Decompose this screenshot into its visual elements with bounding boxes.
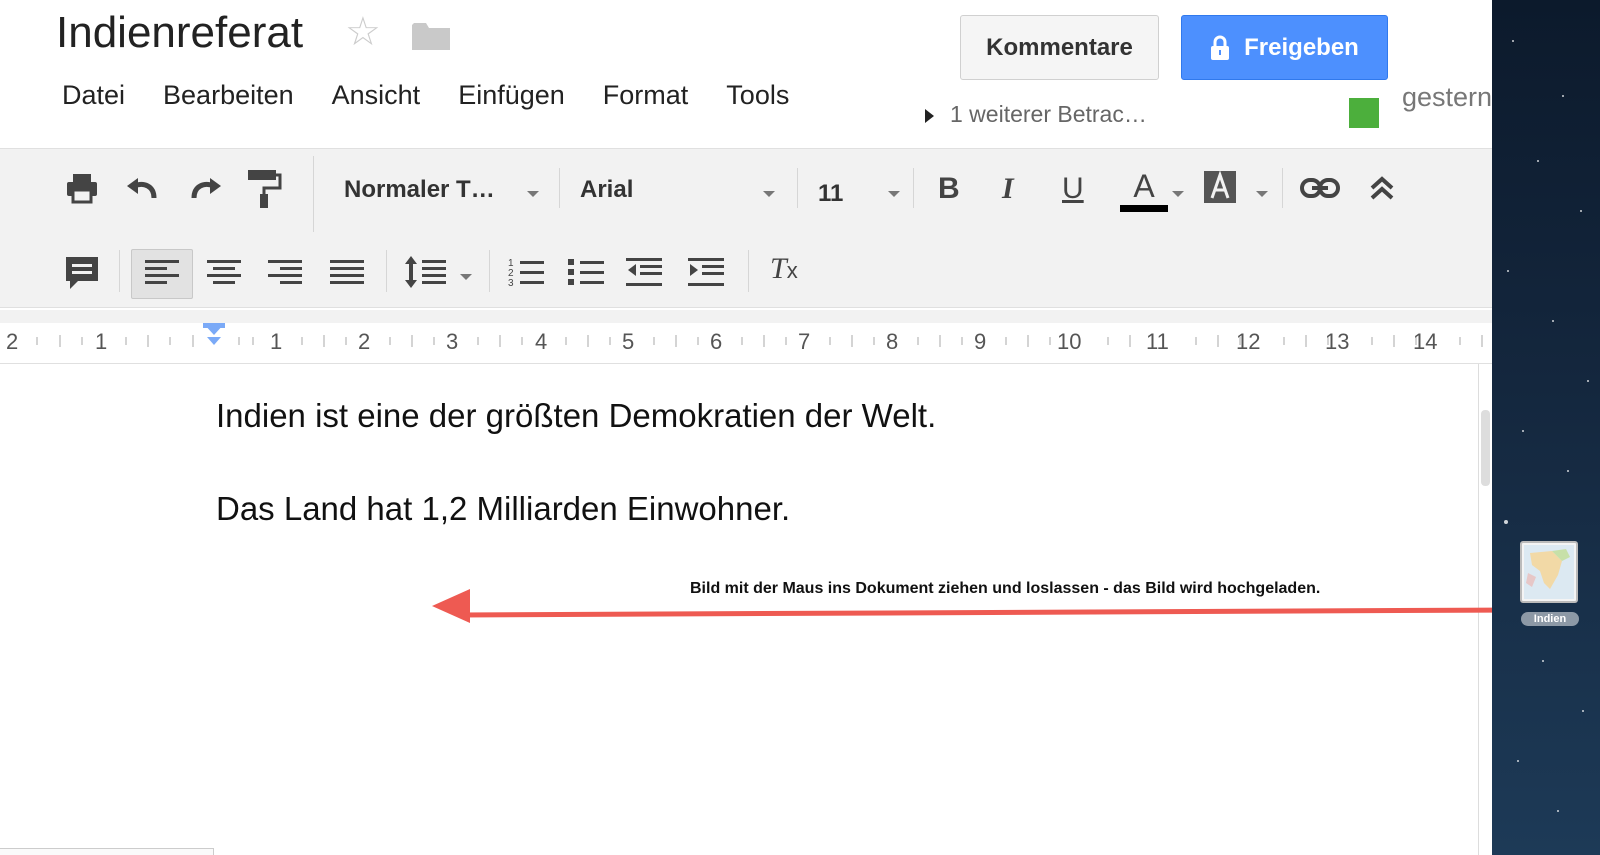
underline-icon[interactable]: U bbox=[1062, 172, 1084, 206]
toolbar-divider bbox=[313, 156, 314, 232]
menu-tools[interactable]: Tools bbox=[726, 80, 789, 120]
font-size-dropdown-caret[interactable] bbox=[888, 191, 900, 197]
style-dropdown[interactable]: Normaler T… bbox=[344, 176, 495, 204]
menu-format[interactable]: Format bbox=[603, 80, 689, 120]
decrease-indent-icon[interactable] bbox=[626, 256, 662, 288]
desktop-background bbox=[1492, 0, 1600, 855]
italic-icon[interactable]: I bbox=[1002, 172, 1014, 206]
undo-icon[interactable] bbox=[124, 170, 162, 206]
menu-insert[interactable]: Einfügen bbox=[458, 80, 565, 120]
ruler-label: 5 bbox=[622, 329, 635, 354]
link-icon[interactable] bbox=[1299, 176, 1341, 200]
ruler-band bbox=[0, 310, 1492, 324]
ruler-label: 8 bbox=[886, 329, 899, 354]
comments-button[interactable]: Kommentare bbox=[960, 15, 1159, 80]
ruler-label: 3 bbox=[446, 329, 459, 354]
toolbar-divider bbox=[1282, 168, 1283, 208]
menu-edit[interactable]: Bearbeiten bbox=[163, 80, 294, 120]
paragraph-2[interactable]: Das Land hat 1,2 Milliarden Einwohner. bbox=[216, 490, 790, 528]
viewer-text: 1 weiterer Betrac… bbox=[950, 101, 1147, 127]
toolbar-divider bbox=[119, 250, 120, 292]
align-center-icon[interactable] bbox=[207, 258, 241, 286]
paint-format-icon[interactable] bbox=[246, 166, 282, 210]
ruler-label: 1 bbox=[270, 329, 283, 354]
share-button-label: Freigeben bbox=[1244, 33, 1359, 61]
text-color-icon[interactable]: A bbox=[1120, 168, 1168, 212]
highlight-color-caret[interactable] bbox=[1256, 191, 1268, 197]
ruler-label: 6 bbox=[710, 329, 723, 354]
ruler-label: 7 bbox=[798, 329, 811, 354]
toolbar-divider bbox=[386, 250, 387, 292]
toolbar-divider bbox=[913, 168, 914, 208]
ruler-ticks bbox=[36, 323, 1483, 347]
document-title[interactable]: Indienreferat bbox=[56, 8, 303, 58]
ruler-label: 13 bbox=[1325, 329, 1350, 354]
increase-indent-icon[interactable] bbox=[688, 256, 724, 288]
ruler-label: 2 bbox=[6, 329, 19, 354]
annotation-arrow bbox=[432, 589, 1492, 623]
ruler-label: 14 bbox=[1413, 329, 1438, 354]
text-color-caret[interactable] bbox=[1172, 191, 1184, 197]
expand-triangle-icon bbox=[925, 108, 934, 123]
collapse-icon[interactable] bbox=[1368, 174, 1396, 202]
highlight-color-icon[interactable] bbox=[1203, 170, 1237, 204]
ruler-label: 12 bbox=[1236, 329, 1261, 354]
share-button[interactable]: Freigeben bbox=[1181, 15, 1388, 80]
map-thumbnail-icon bbox=[1524, 545, 1574, 599]
font-size-dropdown[interactable]: 11 bbox=[818, 180, 843, 208]
line-spacing-icon[interactable] bbox=[404, 254, 448, 290]
last-edit-label: gestern bbox=[1402, 82, 1492, 112]
svg-text:3: 3 bbox=[508, 278, 514, 288]
text-color-bar bbox=[1120, 205, 1168, 212]
viewer-indicator[interactable]: 1 weiterer Betrac… bbox=[925, 101, 1157, 128]
last-edit-text[interactable]: ⁠gestern bbox=[1402, 82, 1492, 113]
viewer-color-swatch bbox=[1349, 98, 1379, 128]
menu-file[interactable]: Datei bbox=[62, 80, 125, 120]
comment-icon[interactable] bbox=[64, 255, 100, 293]
ruler: 2 1 1 2 3 4 5 6 7 8 9 10 11 12 13 14 bbox=[0, 323, 1492, 364]
align-justify-icon[interactable] bbox=[330, 258, 364, 286]
desktop-file-indien[interactable] bbox=[1520, 541, 1578, 603]
toolbar-divider bbox=[559, 168, 560, 208]
lock-icon bbox=[1211, 35, 1230, 60]
toolbar-divider bbox=[489, 250, 490, 292]
vertical-scrollbar[interactable] bbox=[1481, 410, 1490, 486]
menu-view[interactable]: Ansicht bbox=[332, 80, 421, 120]
ruler-label: 2 bbox=[358, 329, 371, 354]
paragraph-1[interactable]: Indien ist eine der größten Demokratien … bbox=[216, 397, 936, 435]
comments-button-label: Kommentare bbox=[986, 33, 1133, 61]
bold-icon[interactable]: B bbox=[938, 172, 960, 206]
bottom-tab-stub bbox=[0, 848, 214, 855]
ruler-label: 1 bbox=[95, 329, 108, 354]
clear-formatting-icon[interactable]: Tx bbox=[770, 252, 798, 286]
font-dropdown-caret[interactable] bbox=[763, 191, 775, 197]
redo-icon[interactable] bbox=[186, 170, 224, 206]
align-left-icon[interactable] bbox=[145, 258, 179, 286]
desktop-file-label: Indien bbox=[1521, 612, 1579, 626]
ruler-label: 4 bbox=[535, 329, 548, 354]
ruler-label: 9 bbox=[974, 329, 987, 354]
line-spacing-caret[interactable] bbox=[460, 274, 472, 280]
star-icon[interactable]: ☆ bbox=[345, 10, 381, 54]
bulleted-list-icon[interactable] bbox=[568, 256, 604, 288]
numbered-list-icon[interactable]: 123 bbox=[508, 256, 544, 288]
docs-window: Indienreferat ☆ Kommentare Freigeben Dat… bbox=[0, 0, 1492, 855]
toolbar-divider bbox=[748, 250, 749, 292]
ruler-label: 10 bbox=[1057, 329, 1082, 354]
toolbar-divider bbox=[797, 168, 798, 208]
folder-icon[interactable] bbox=[412, 22, 450, 50]
align-right-icon[interactable] bbox=[268, 258, 302, 286]
ruler-label: 11 bbox=[1146, 329, 1169, 354]
style-dropdown-caret[interactable] bbox=[527, 191, 539, 197]
print-icon[interactable] bbox=[64, 170, 100, 206]
font-dropdown[interactable]: Arial bbox=[580, 176, 633, 204]
menu-bar: Datei Bearbeiten Ansicht Einfügen Format… bbox=[62, 80, 827, 120]
